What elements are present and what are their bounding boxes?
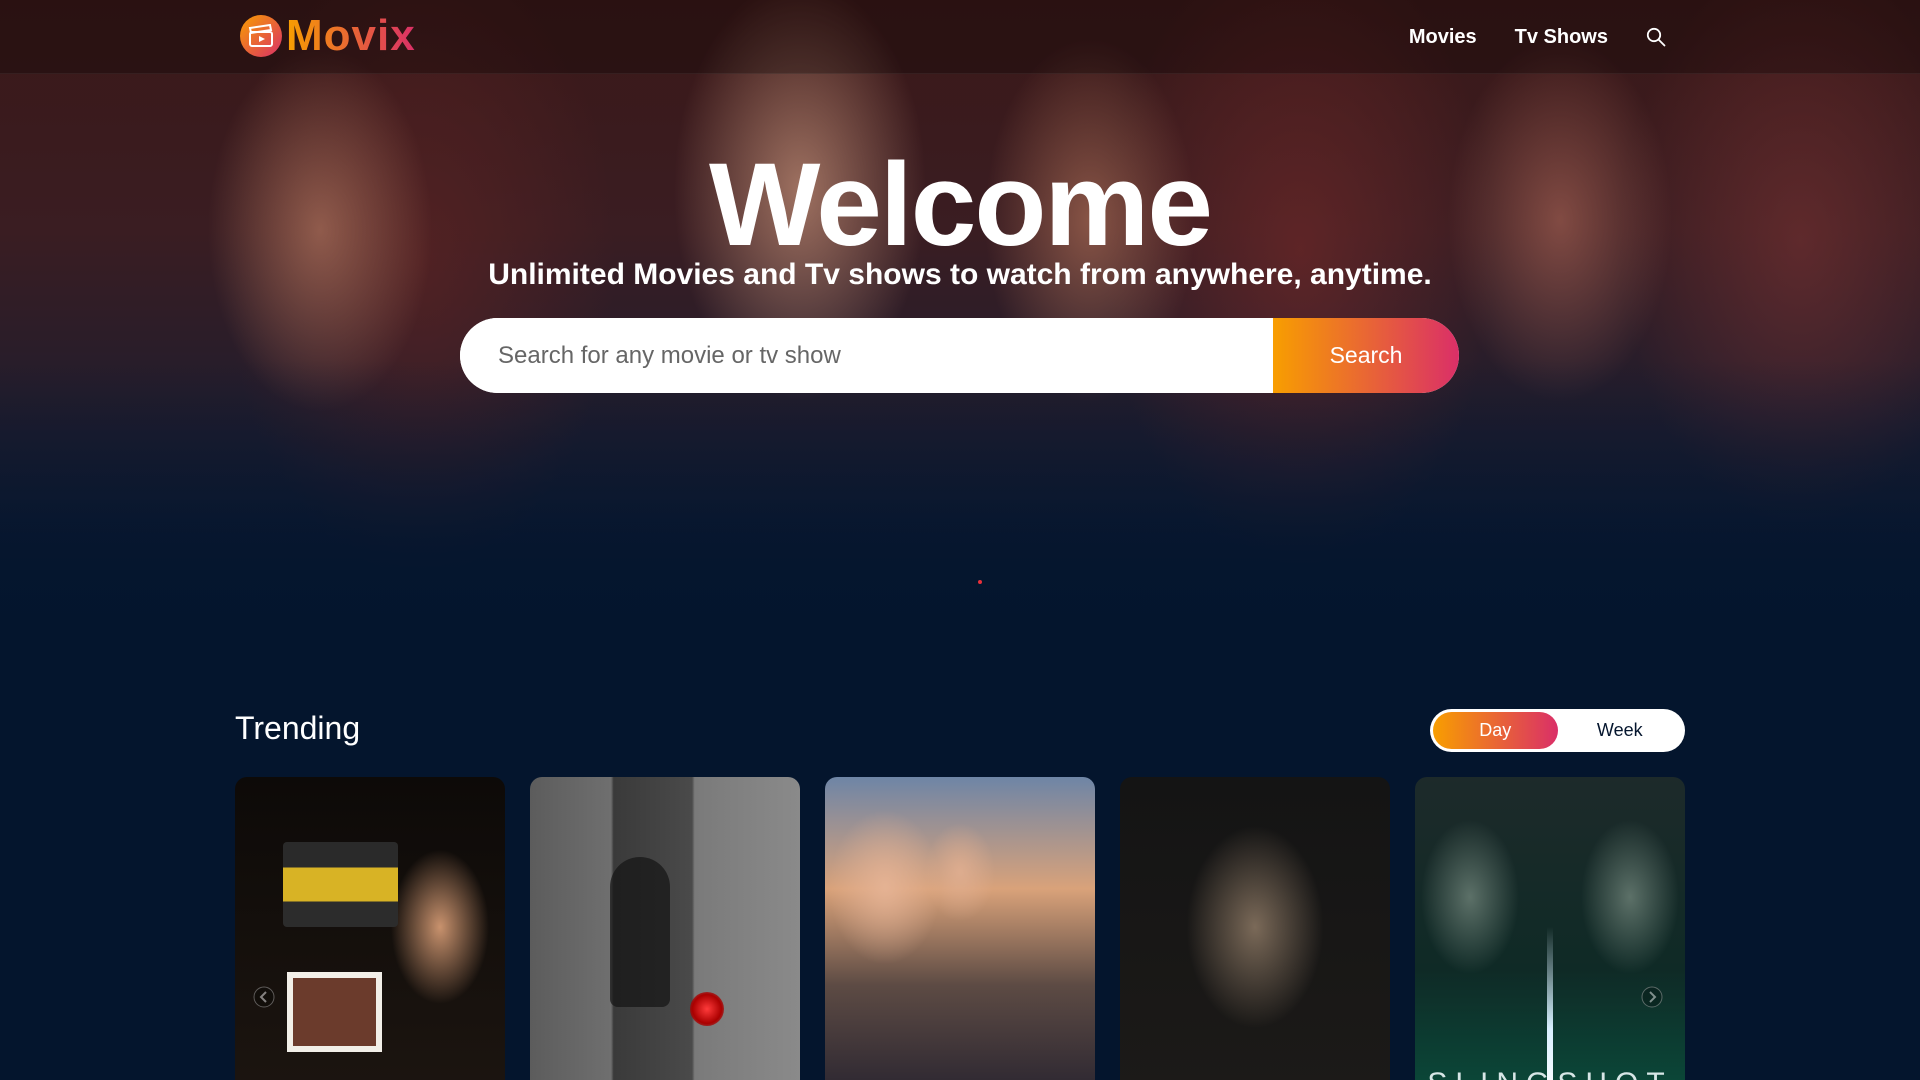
poster-image-detail [287, 972, 382, 1052]
poster-image-detail [1547, 927, 1553, 1080]
poster-card[interactable]: SLINGSHOT [1415, 777, 1685, 1080]
hero-indicator-dot [978, 580, 982, 584]
tab-day[interactable]: Day [1433, 712, 1558, 749]
logo[interactable]: Movix [240, 14, 416, 58]
search-input[interactable] [460, 318, 1273, 393]
poster-image-detail [690, 992, 724, 1026]
search-icon[interactable] [1646, 26, 1668, 48]
nav-item-tv-shows[interactable]: Tv Shows [1515, 26, 1608, 49]
poster-title-text: SLINGSHOT [1415, 1067, 1685, 1080]
trending-title: Trending [235, 710, 361, 746]
hero-subtitle: Unlimited Movies and Tv shows to watch f… [488, 258, 1432, 291]
logo-text: Movix [286, 11, 416, 60]
poster-card[interactable] [825, 777, 1095, 1080]
tab-week[interactable]: Week [1558, 712, 1683, 749]
page: Movix Movies Tv Shows Welcome Unlimited … [0, 0, 1920, 1080]
poster-card[interactable] [530, 777, 800, 1080]
poster-image-detail [283, 842, 398, 927]
hero-search-bar: Search [460, 318, 1459, 393]
main-nav: Movies Tv Shows [1409, 0, 1668, 74]
trending-period-switch: Day Week [1430, 709, 1685, 752]
poster-image-detail [610, 857, 670, 1007]
clapperboard-icon [240, 15, 282, 57]
header: Movix Movies Tv Shows [0, 0, 1920, 74]
trending-carousel: SLINGSHOT [235, 777, 1685, 1080]
arrow-left-icon[interactable] [249, 982, 279, 1012]
nav-item-movies[interactable]: Movies [1409, 26, 1477, 49]
poster-card[interactable] [235, 777, 505, 1080]
search-button[interactable]: Search [1273, 318, 1459, 393]
arrow-right-icon[interactable] [1637, 982, 1667, 1012]
poster-card[interactable] [1120, 777, 1390, 1080]
hero-title: Welcome [709, 139, 1213, 271]
